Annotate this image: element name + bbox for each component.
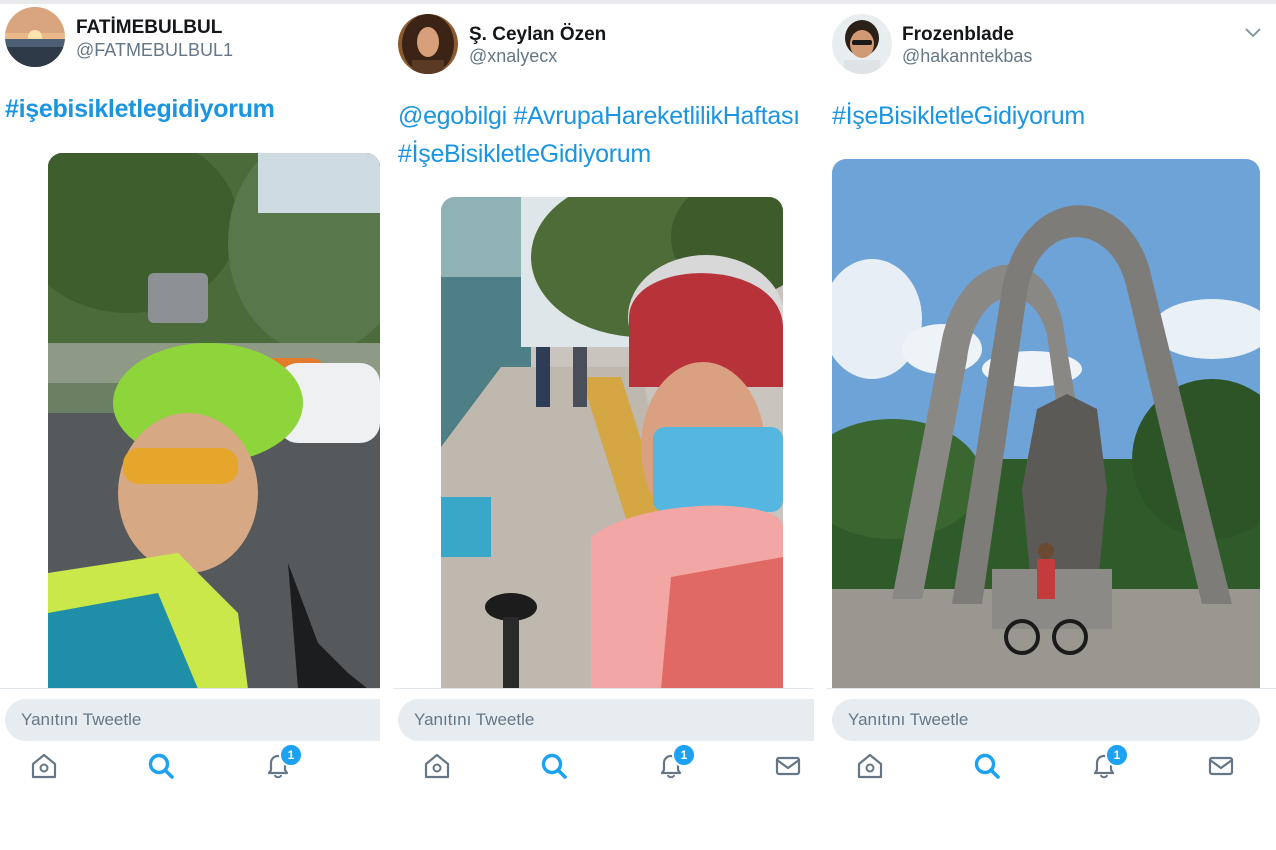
messages-icon[interactable]: [773, 751, 803, 781]
home-icon[interactable]: [422, 751, 452, 781]
reply-input[interactable]: Yanıtını Tweetle: [398, 699, 814, 741]
avatar[interactable]: [832, 14, 892, 74]
username[interactable]: @xnalyecx: [469, 46, 557, 67]
tweet-text[interactable]: #İşeBisikletleGidiyorum: [832, 97, 1262, 135]
reply-bar: Yanıtını Tweetle 1: [0, 688, 380, 850]
username[interactable]: @hakanntekbas: [902, 46, 1032, 67]
tweet-text[interactable]: #işebisikletlegidiyorum: [5, 90, 375, 128]
home-icon[interactable]: [855, 751, 885, 781]
tweet-photo[interactable]: [48, 153, 380, 689]
search-icon[interactable]: [972, 751, 1002, 781]
search-icon[interactable]: [146, 751, 176, 781]
tweet-photo[interactable]: [441, 197, 783, 689]
tweet-photo[interactable]: [832, 159, 1260, 689]
messages-icon[interactable]: [1206, 751, 1236, 781]
username[interactable]: @FATMEBULBUL1: [76, 40, 233, 61]
reply-bar: Yanıtını Tweetle 1: [393, 688, 814, 850]
notification-badge: 1: [1105, 743, 1129, 767]
tweet-column-3: Frozenblade @hakanntekbas #İşeBisikletle…: [826, 4, 1276, 850]
tweet-text[interactable]: @egobilgi #AvrupaHareketlilikHaftası #İş…: [398, 97, 808, 173]
reply-input[interactable]: Yanıtını Tweetle: [832, 699, 1260, 741]
tweet-column-1: FATİMEBULBUL @FATMEBULBUL1 #işebisikletl…: [0, 4, 380, 850]
notification-badge: 1: [672, 743, 696, 767]
notifications-icon[interactable]: 1: [1089, 743, 1129, 781]
search-icon[interactable]: [539, 751, 569, 781]
chevron-down-icon[interactable]: [1244, 26, 1262, 38]
notification-badge: 1: [279, 743, 303, 767]
avatar[interactable]: [5, 7, 65, 67]
notifications-icon[interactable]: 1: [263, 743, 303, 781]
notifications-icon[interactable]: 1: [656, 743, 696, 781]
reply-input[interactable]: Yanıtını Tweetle: [5, 699, 380, 741]
avatar[interactable]: [398, 14, 458, 74]
display-name[interactable]: FATİMEBULBUL: [76, 17, 222, 39]
display-name[interactable]: Ş. Ceylan Özen: [469, 24, 606, 46]
reply-bar: Yanıtını Tweetle 1: [826, 688, 1276, 850]
tweet-column-2: Ş. Ceylan Özen @xnalyecx @egobilgi #Avru…: [393, 4, 814, 850]
home-icon[interactable]: [29, 751, 59, 781]
display-name[interactable]: Frozenblade: [902, 24, 1014, 46]
